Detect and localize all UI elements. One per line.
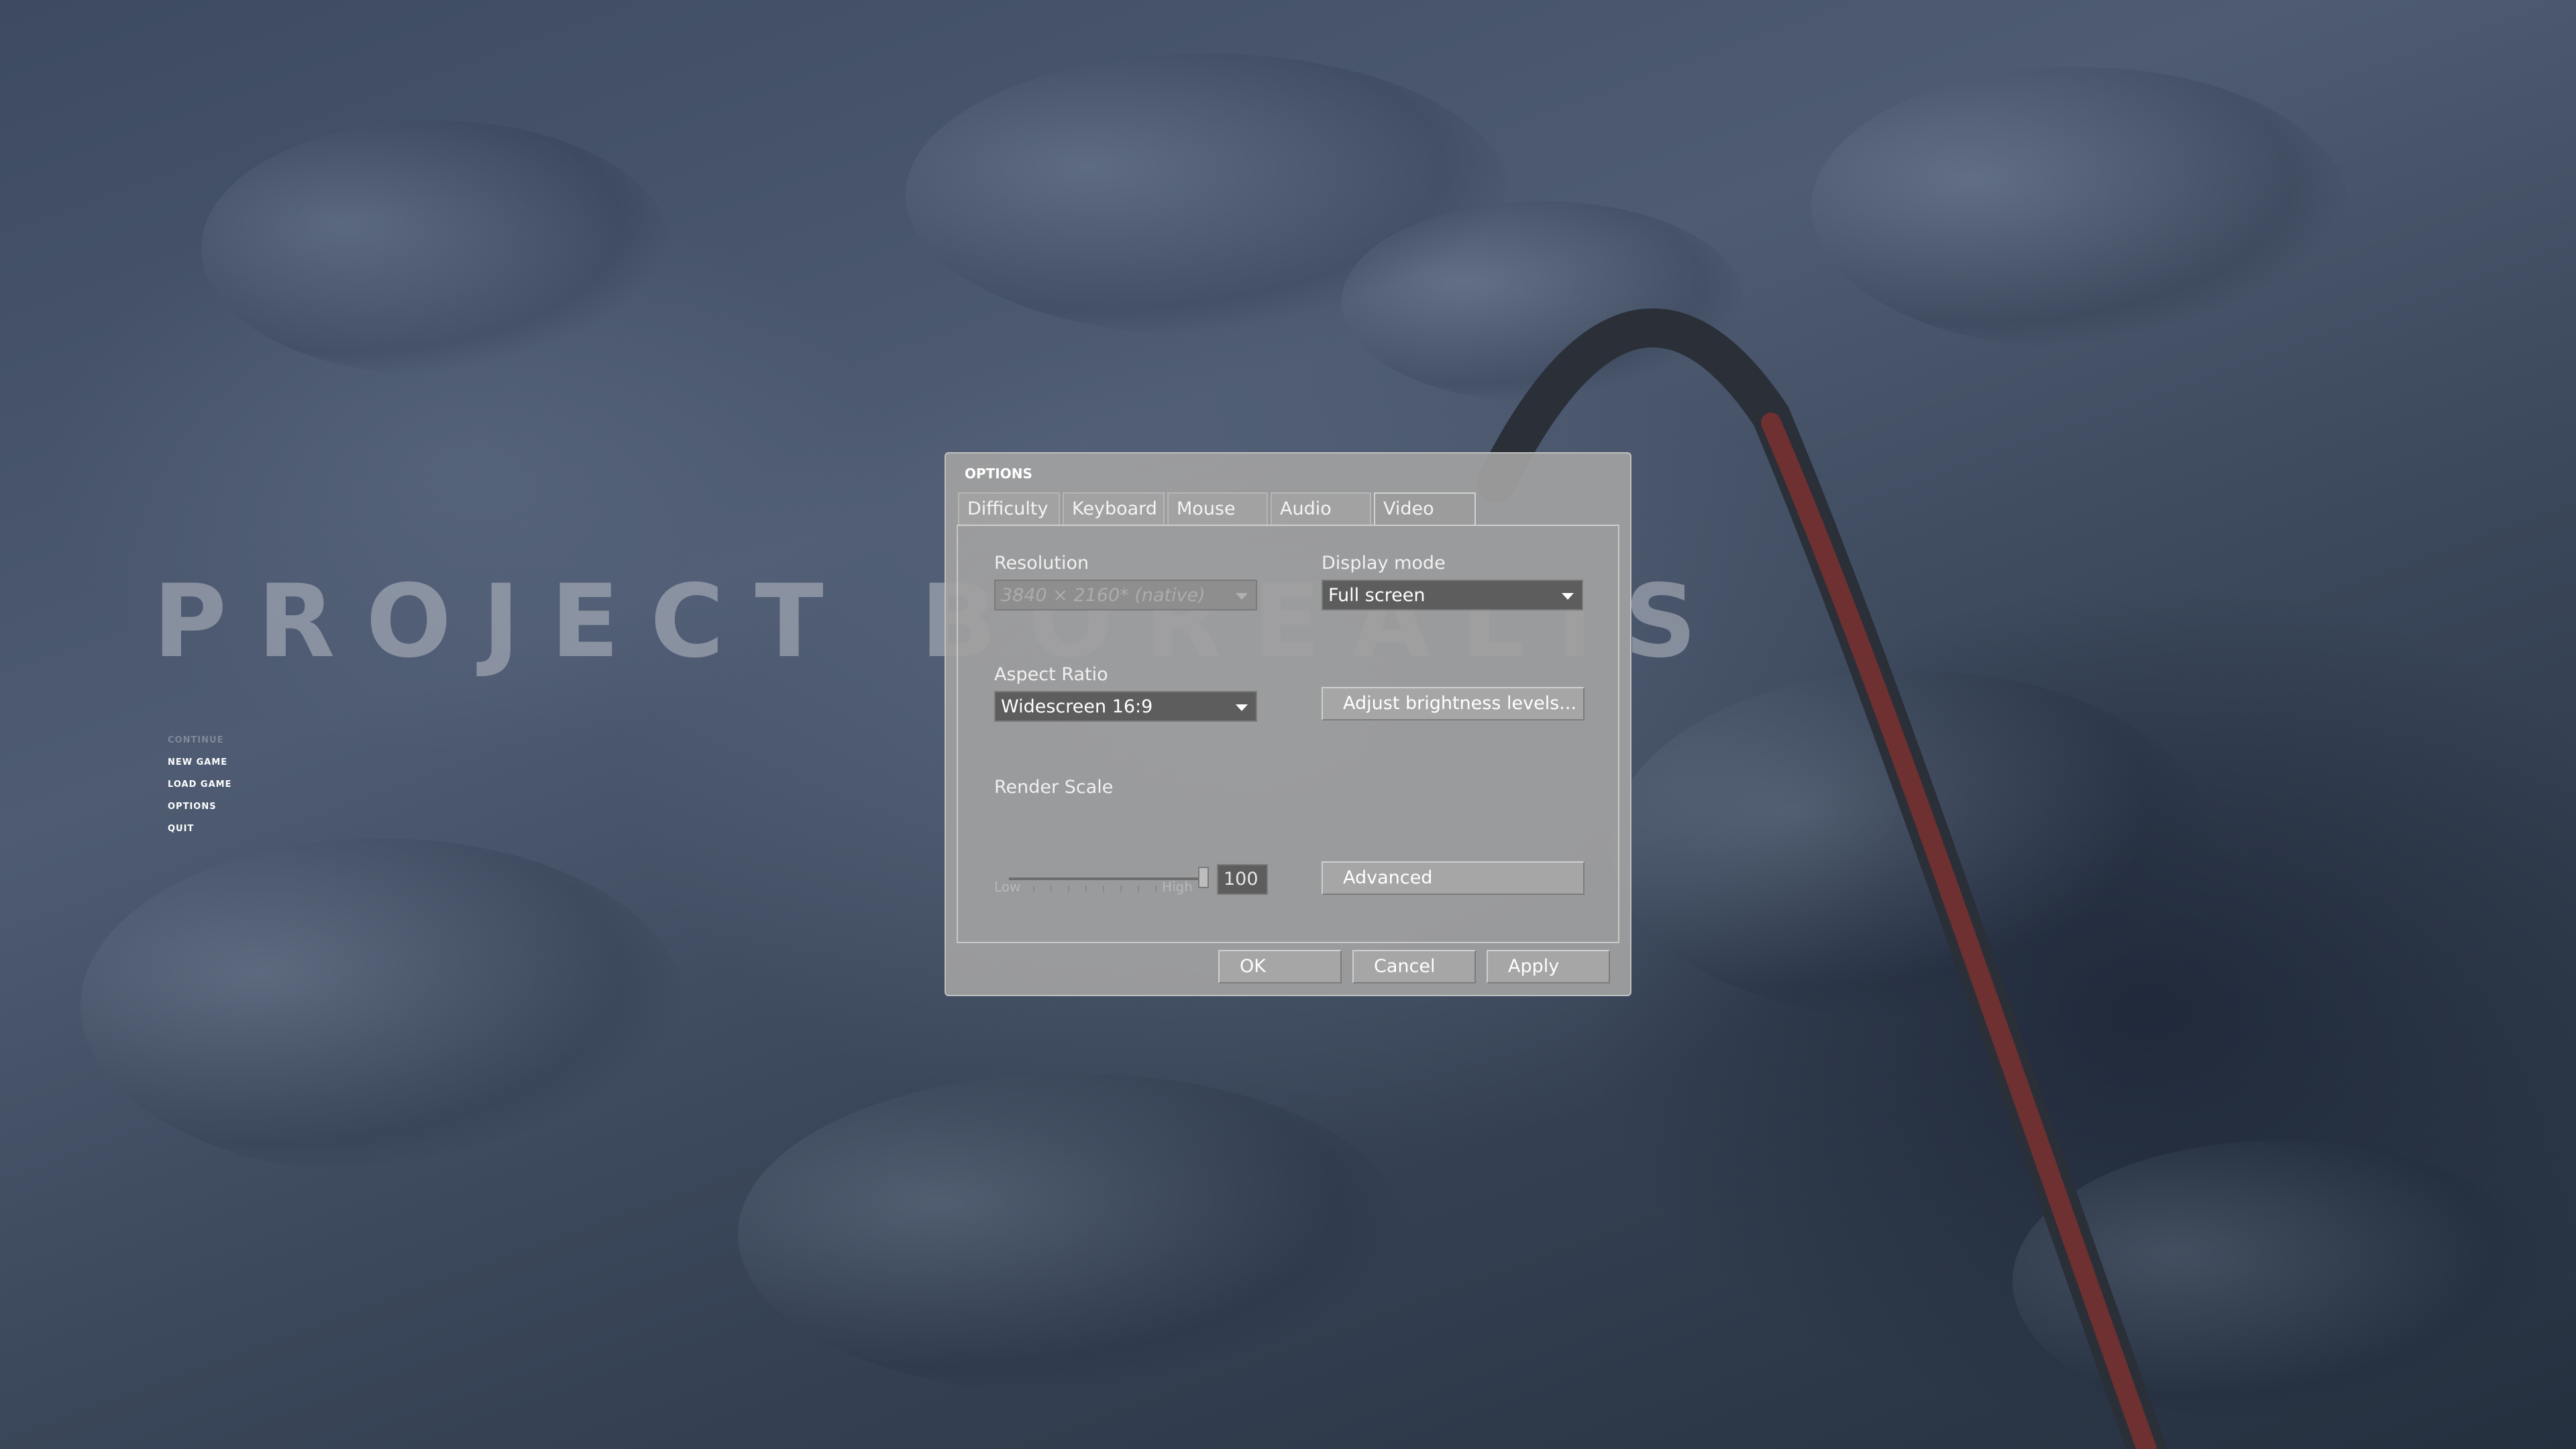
- display-mode-select[interactable]: Full screen: [1322, 580, 1583, 610]
- menu-item-continue: CONTINUE: [168, 735, 224, 745]
- cancel-button[interactable]: Cancel: [1352, 950, 1476, 983]
- tab-audio[interactable]: Audio: [1271, 492, 1371, 525]
- aspect-ratio-select[interactable]: Widescreen 16:9: [994, 691, 1257, 722]
- advanced-button[interactable]: Advanced: [1322, 861, 1585, 895]
- aspect-ratio-label: Aspect Ratio: [994, 664, 1108, 685]
- display-mode-label: Display mode: [1322, 553, 1446, 574]
- tab-mouse[interactable]: Mouse: [1167, 492, 1268, 525]
- tab-bar: Difficulty Keyboard Mouse Audio Video: [958, 492, 1479, 526]
- options-dialog: OPTIONS Difficulty Keyboard Mouse Audio …: [945, 452, 1631, 996]
- game-background: PROJECT BOREALIS CONTINUE NEW GAME LOAD …: [0, 0, 2576, 1449]
- render-scale-handle[interactable]: [1198, 867, 1209, 888]
- video-settings-panel: Resolution 3840 × 2160* (native) Display…: [957, 525, 1619, 943]
- tab-difficulty[interactable]: Difficulty: [958, 492, 1060, 525]
- menu-item-new-game[interactable]: NEW GAME: [168, 756, 231, 778]
- apply-button[interactable]: Apply: [1487, 950, 1610, 983]
- tab-keyboard[interactable]: Keyboard: [1063, 492, 1165, 525]
- menu-item-options[interactable]: OPTIONS: [168, 800, 231, 822]
- dialog-title: OPTIONS: [965, 466, 1032, 482]
- ok-button[interactable]: OK: [1218, 950, 1342, 983]
- chevron-down-icon: [1236, 593, 1248, 600]
- render-scale-value[interactable]: 100: [1217, 864, 1268, 895]
- main-menu: CONTINUE NEW GAME LOAD GAME OPTIONS QUIT: [168, 734, 231, 845]
- render-scale-label: Render Scale: [994, 777, 1114, 798]
- display-mode-value: Full screen: [1328, 585, 1426, 606]
- resolution-select: 3840 × 2160* (native): [994, 580, 1257, 610]
- menu-item-quit[interactable]: QUIT: [168, 822, 231, 845]
- chevron-down-icon: [1236, 704, 1248, 711]
- adjust-brightness-button[interactable]: Adjust brightness levels...: [1322, 687, 1585, 720]
- slider-high-label: High: [1162, 879, 1193, 895]
- chevron-down-icon: [1562, 593, 1574, 600]
- menu-item-load-game[interactable]: LOAD GAME: [168, 778, 231, 800]
- slider-low-label: Low: [994, 879, 1021, 895]
- resolution-value: 3840 × 2160* (native): [1001, 585, 1205, 606]
- resolution-label: Resolution: [994, 553, 1089, 574]
- aspect-ratio-value: Widescreen 16:9: [1001, 696, 1153, 717]
- tab-video[interactable]: Video: [1374, 492, 1476, 526]
